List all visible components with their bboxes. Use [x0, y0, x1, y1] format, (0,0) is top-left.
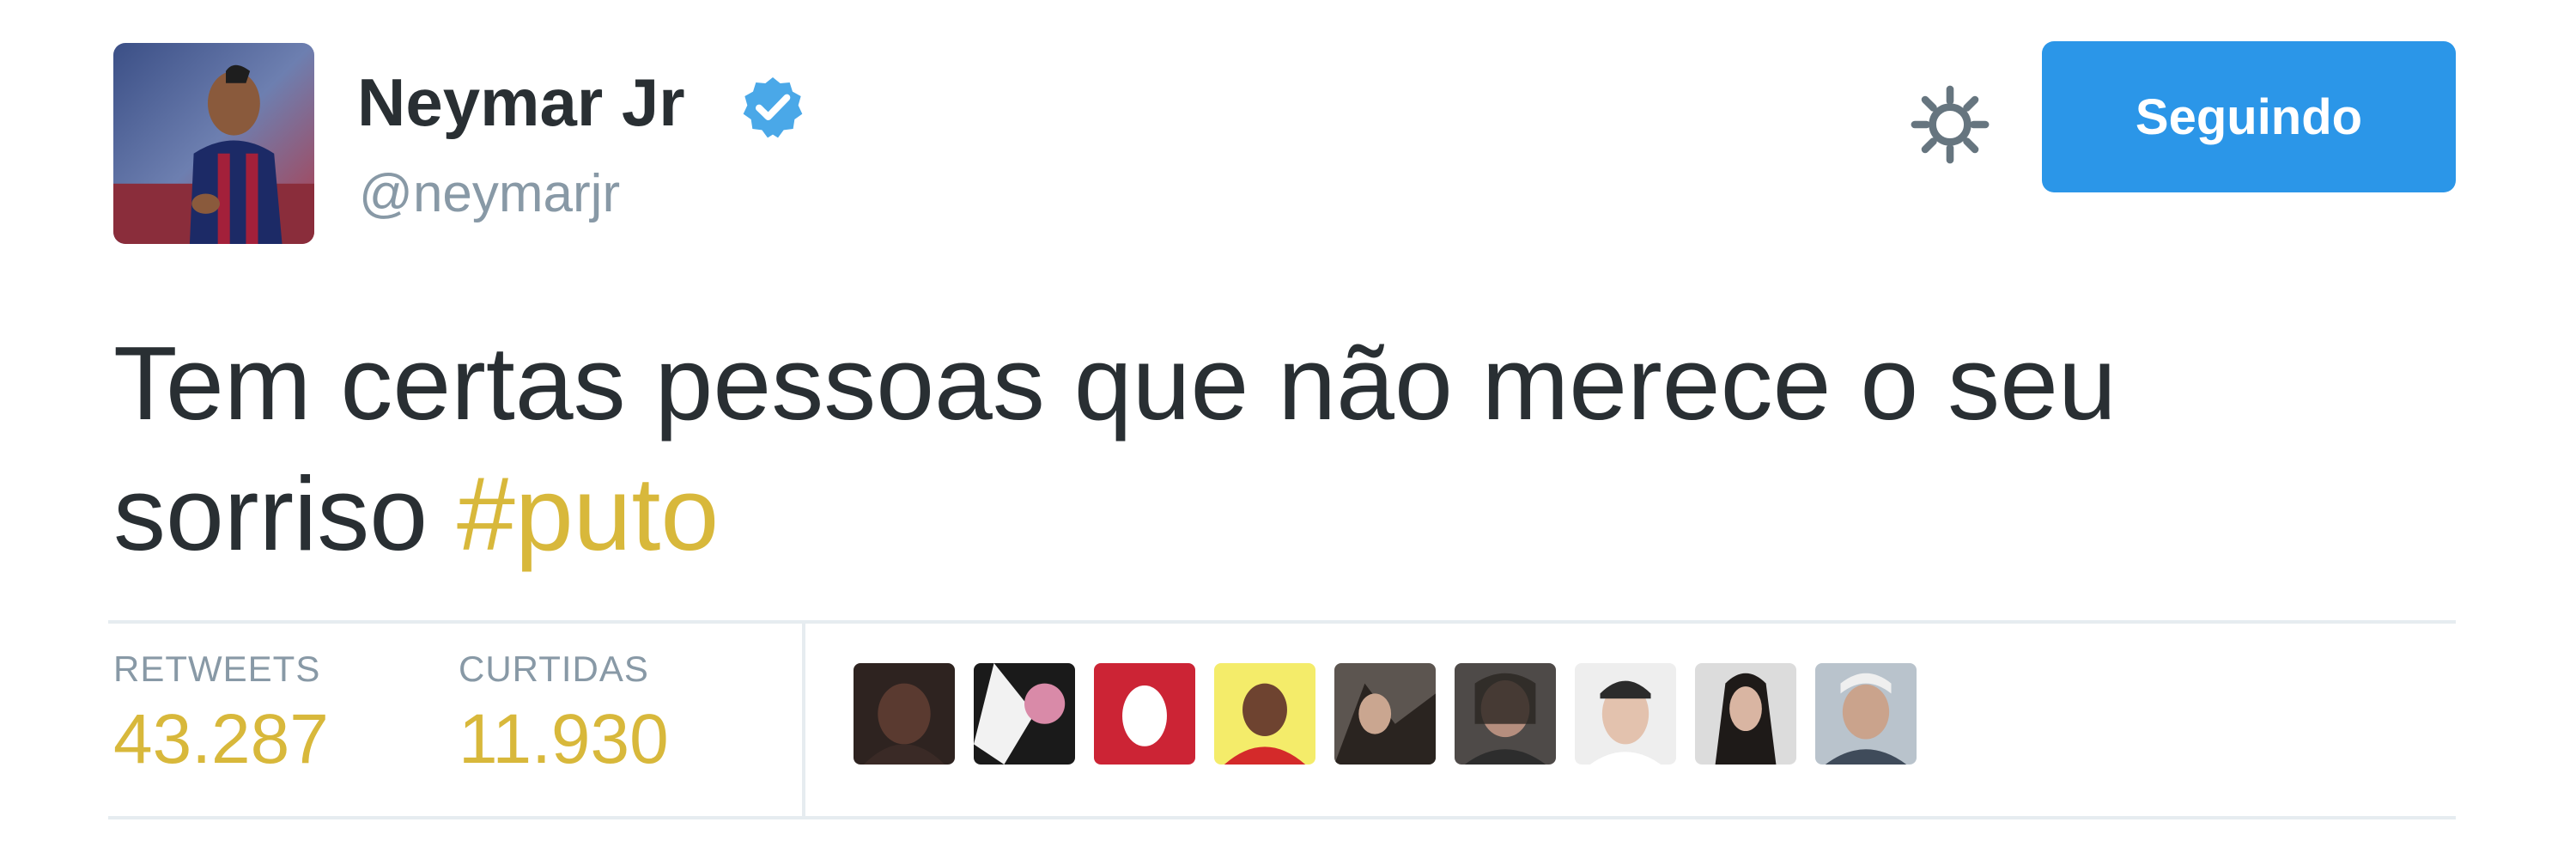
- liker-avatar[interactable]: [1575, 663, 1676, 765]
- user-avatar[interactable]: [113, 43, 314, 244]
- likes-stat[interactable]: CURTIDAS 11.930: [459, 651, 669, 775]
- user-handle[interactable]: @neymarjr: [359, 168, 620, 221]
- tweet-card: Neymar Jr @neymarjr Seguindo Tem certas …: [0, 0, 2576, 859]
- tweet-body: Tem certas pessoas que não merece o seu …: [113, 325, 2117, 572]
- liker-avatar[interactable]: [1815, 663, 1917, 765]
- liker-avatar[interactable]: [974, 663, 1075, 765]
- hashtag-link[interactable]: #puto: [457, 455, 719, 572]
- likes-label: CURTIDAS: [459, 649, 649, 689]
- user-name[interactable]: Neymar Jr: [357, 69, 685, 136]
- liker-avatar[interactable]: [854, 663, 955, 765]
- retweets-stat[interactable]: RETWEETS 43.287: [113, 651, 329, 775]
- gear-icon[interactable]: [1910, 84, 1990, 165]
- verified-badge-icon: [743, 77, 803, 138]
- liker-avatar[interactable]: [1094, 663, 1195, 765]
- likes-count: 11.930: [459, 700, 669, 778]
- divider: [108, 620, 2456, 624]
- tweet-text: Tem certas pessoas que não merece o seu …: [113, 318, 2346, 579]
- liker-avatar[interactable]: [1334, 663, 1436, 765]
- retweets-label: RETWEETS: [113, 649, 321, 689]
- divider: [108, 816, 2456, 819]
- retweets-count: 43.287: [113, 700, 329, 778]
- liker-avatar[interactable]: [1455, 663, 1556, 765]
- liker-avatar[interactable]: [1214, 663, 1315, 765]
- stats-divider: [802, 624, 805, 816]
- liker-avatar[interactable]: [1695, 663, 1796, 765]
- avatar-image: [113, 43, 314, 244]
- following-button[interactable]: Seguindo: [2042, 41, 2456, 192]
